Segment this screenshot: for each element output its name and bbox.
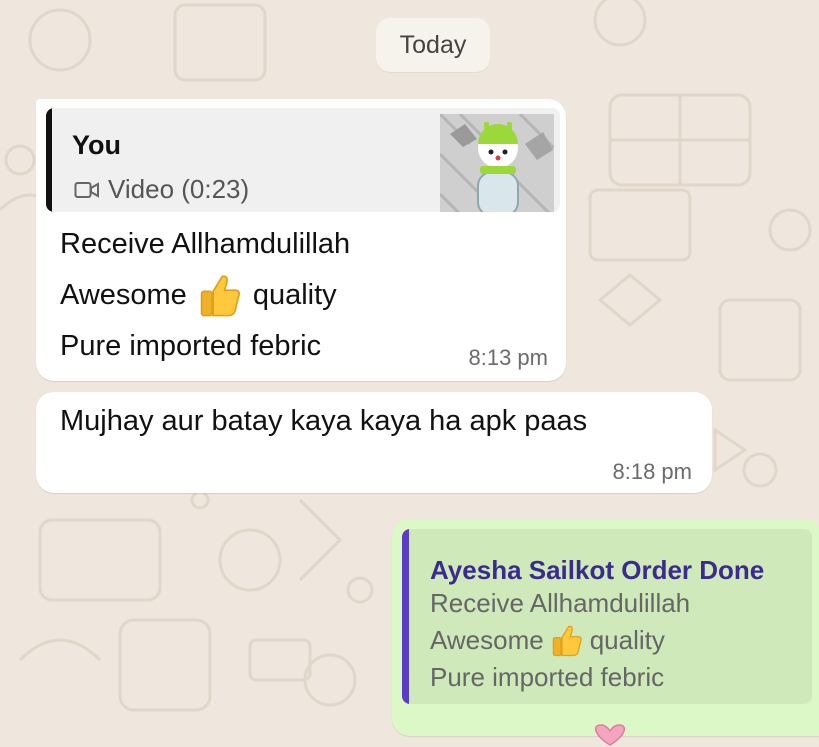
quoted-text: Receive Allhamdulillah Awesome quality P…	[430, 585, 690, 696]
message-line: Pure imported febric	[60, 330, 322, 362]
quoted-media-label: Video (0:23)	[108, 174, 250, 204]
message-bubble-outgoing[interactable]: Ayesha Sailkot Order Done Receive Allham…	[392, 519, 819, 746]
message-timestamp: 8:13 pm	[468, 345, 549, 370]
message-bubble-incoming[interactable]: Mujhay aur batay kaya kaya ha apk paas 8…	[36, 392, 712, 493]
message-text: Mujhay aur batay kaya kaya ha apk paas	[60, 396, 587, 447]
video-thumbnail[interactable]	[440, 114, 554, 212]
date-separator: Today	[376, 18, 490, 72]
quote-accent-bar	[46, 108, 52, 212]
thumbs-up-emoji-icon	[200, 274, 240, 316]
thumbs-up-emoji-icon	[552, 625, 582, 656]
heart-emoji-icon	[594, 724, 626, 746]
quoted-media-info: Video (0:23)	[74, 174, 249, 205]
quoted-message[interactable]: Ayesha Sailkot Order Done Receive Allham…	[402, 529, 812, 704]
message-line: Awesome quality	[60, 270, 350, 321]
message-line: Receive Allhamdulillah	[60, 228, 351, 260]
quoted-message[interactable]: You Video (0:23)	[46, 108, 560, 212]
message-timestamp: 8:18 pm	[612, 459, 693, 484]
quoted-author: Ayesha Sailkot Order Done	[430, 555, 765, 585]
quoted-line: Awesome quality	[430, 622, 690, 659]
message-bubble-incoming[interactable]: You Video (0:23) Receive Allhamdulillah	[36, 99, 566, 381]
date-separator-label: Today	[399, 30, 467, 59]
message-line: Mujhay aur batay kaya kaya ha apk paas	[60, 405, 588, 437]
message-text: Receive Allhamdulillah Awesome quality P…	[60, 219, 350, 372]
quote-accent-bar	[402, 529, 409, 704]
quoted-line: Pure imported febric	[430, 662, 665, 692]
video-camera-icon	[74, 181, 99, 198]
quoted-author: You	[72, 130, 121, 160]
quoted-line: Receive Allhamdulillah	[430, 588, 691, 618]
